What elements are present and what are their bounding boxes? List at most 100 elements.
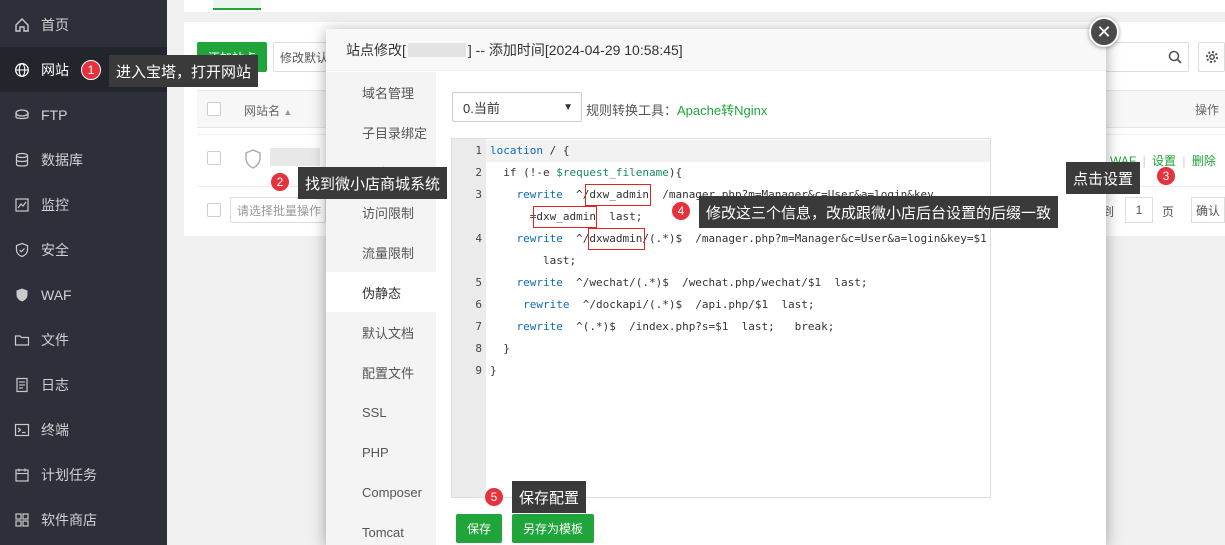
line-number: 2	[475, 166, 482, 179]
monitor-icon	[14, 197, 30, 213]
sidebar-item-label: FTP	[41, 106, 68, 123]
batch-select[interactable]: 请选择批量操作	[230, 197, 326, 223]
apache-to-nginx-link[interactable]: Apache转Nginx	[677, 103, 767, 118]
line-number: 8	[475, 342, 482, 355]
globe-icon	[14, 62, 30, 78]
select-all-checkbox[interactable]	[207, 102, 221, 116]
search-icon[interactable]	[1160, 42, 1189, 72]
code-text: ^(.*)$ /index.php?s=$1 last; break;	[562, 320, 835, 333]
highlight-box-dxw-admin	[585, 184, 651, 206]
highlight-box-key	[533, 206, 597, 228]
select-value: 0.当前	[463, 100, 500, 116]
step-tip-3: 点击设置	[1066, 162, 1141, 194]
row-checkbox[interactable]	[207, 151, 221, 165]
sidebar-item-label: 首页	[41, 16, 69, 33]
tab-rewrite[interactable]: 伪静态	[326, 272, 436, 312]
code-line-7: rewrite ^(.*)$ /index.php?s=$1 last; bre…	[490, 320, 835, 333]
home-icon	[14, 17, 30, 33]
code-text: / {	[542, 144, 570, 157]
tab-ssl[interactable]: SSL	[326, 392, 436, 432]
pager-unit-label: 页	[1162, 205, 1175, 219]
step-badge-1: 1	[81, 60, 101, 80]
line-number: 5	[475, 276, 482, 289]
save-button[interactable]: 保存	[456, 514, 502, 543]
rewrite-code-editor[interactable]: 1 2 3 4 5 6 7 8 9 location / { if (!-e $…	[451, 138, 991, 498]
batch-checkbox[interactable]	[207, 203, 221, 217]
sidebar-item-monitor[interactable]: 监控	[0, 182, 167, 227]
ftp-icon	[14, 107, 30, 123]
tab-config-file[interactable]: 配置文件	[326, 352, 436, 392]
line-number: 3	[475, 188, 482, 201]
delete-link[interactable]: 删除	[1192, 154, 1216, 168]
rewrite-template-select[interactable]: 0.当前 ▼	[452, 92, 582, 122]
sidebar-item-store[interactable]: 软件商店	[0, 497, 167, 542]
code-keyword: rewrite	[516, 188, 563, 201]
dialog-title-suffix: ] -- 添加时间[2024-04-29 10:58:45]	[467, 41, 683, 58]
step-tip-1: 进入宝塔，打开网站	[109, 55, 259, 87]
step-tip-2: 找到微小店商城系统	[298, 167, 448, 199]
waf-shield-icon	[14, 287, 30, 303]
site-name-redacted	[407, 42, 466, 57]
column-site-name[interactable]: 网站名 ▲	[244, 102, 292, 119]
tab-composer[interactable]: Composer	[326, 472, 436, 512]
tab-tomcat[interactable]: Tomcat	[326, 512, 436, 545]
step-tip-5: 保存配置	[512, 481, 587, 513]
tab-traffic-limit[interactable]: 流量限制	[326, 232, 436, 272]
sidebar-item-security[interactable]: 安全	[0, 227, 167, 272]
sidebar-item-label: 终端	[41, 421, 69, 438]
dialog-title: 站点修改[ ] -- 添加时间[2024-04-29 10:58:45]	[326, 29, 1106, 71]
tab-domain-management[interactable]: 域名管理	[326, 72, 436, 112]
step-badge-4: 4	[671, 201, 691, 221]
pager-page-input[interactable]: 1	[1125, 197, 1153, 223]
sidebar-item-label: 监控	[41, 196, 69, 213]
gear-icon[interactable]	[1198, 42, 1225, 72]
line-number: 4	[475, 232, 482, 245]
code-text: ^/wechat/(.*)$ /wechat.php/wechat/$1 las…	[562, 276, 868, 289]
code-variable: $request_filename	[556, 166, 669, 179]
shield-icon	[14, 242, 30, 258]
sidebar-item-label: 网站	[41, 61, 69, 78]
save-as-template-button[interactable]: 另存为模板	[512, 514, 594, 543]
sidebar-item-database[interactable]: 数据库	[0, 137, 167, 182]
top-tabs-bar	[184, 0, 1225, 12]
sidebar-item-cron[interactable]: 计划任务	[0, 452, 167, 497]
sidebar-item-files[interactable]: 文件	[0, 317, 167, 362]
code-line-1: location / {	[490, 144, 569, 157]
step-tip-4: 修改这三个信息，改成跟微小店后台设置的后缀一致	[699, 196, 1059, 228]
sidebar-item-home[interactable]: 首页	[0, 2, 167, 47]
apps-icon	[14, 512, 30, 528]
chevron-down-icon: ▼	[563, 102, 573, 113]
code-line-4-wrap: last;	[490, 254, 577, 267]
folder-icon	[14, 332, 30, 348]
sidebar-item-ftp[interactable]: FTP	[0, 92, 167, 137]
sidebar-item-logs[interactable]: 日志	[0, 362, 167, 407]
sidebar-item-label: 数据库	[41, 151, 83, 168]
tab-php[interactable]: PHP	[326, 432, 436, 472]
sidebar-item-waf[interactable]: WAF	[0, 272, 167, 317]
pager-confirm-button[interactable]: 确认	[1191, 197, 1225, 223]
rule-tool-label: 规则转换工具：	[586, 103, 678, 118]
close-icon[interactable]: ✕	[1089, 17, 1119, 47]
line-number: 9	[475, 364, 482, 377]
code-line-9: }	[490, 364, 497, 377]
sidebar-item-terminal[interactable]: 终端	[0, 407, 167, 452]
step-badge-2: 2	[270, 172, 290, 192]
modify-default-button[interactable]: 修改默认	[273, 42, 333, 72]
line-number: 1	[475, 144, 482, 157]
code-line-5: rewrite ^/wechat/(.*)$ /wechat.php/wecha…	[490, 276, 868, 289]
tab-subdirectory-binding[interactable]: 子目录绑定	[326, 112, 436, 152]
sidebar-item-label: WAF	[41, 286, 72, 303]
dialog-title-prefix: 站点修改[	[346, 41, 406, 58]
code-keyword: location	[490, 144, 543, 157]
code-keyword: rewrite	[523, 298, 570, 311]
column-site-name-label: 网站名	[244, 104, 281, 118]
step-badge-5: 5	[484, 487, 504, 507]
sidebar-item-label: 计划任务	[41, 466, 97, 483]
code-text: if (!-e	[490, 166, 557, 179]
log-icon	[14, 377, 30, 393]
line-number: 7	[475, 320, 482, 333]
tab-site-list[interactable]	[213, 0, 261, 10]
tab-default-document[interactable]: 默认文档	[326, 312, 436, 352]
column-action: 操作	[1195, 103, 1220, 117]
code-line-2: if (!-e $request_filename){	[490, 166, 682, 179]
